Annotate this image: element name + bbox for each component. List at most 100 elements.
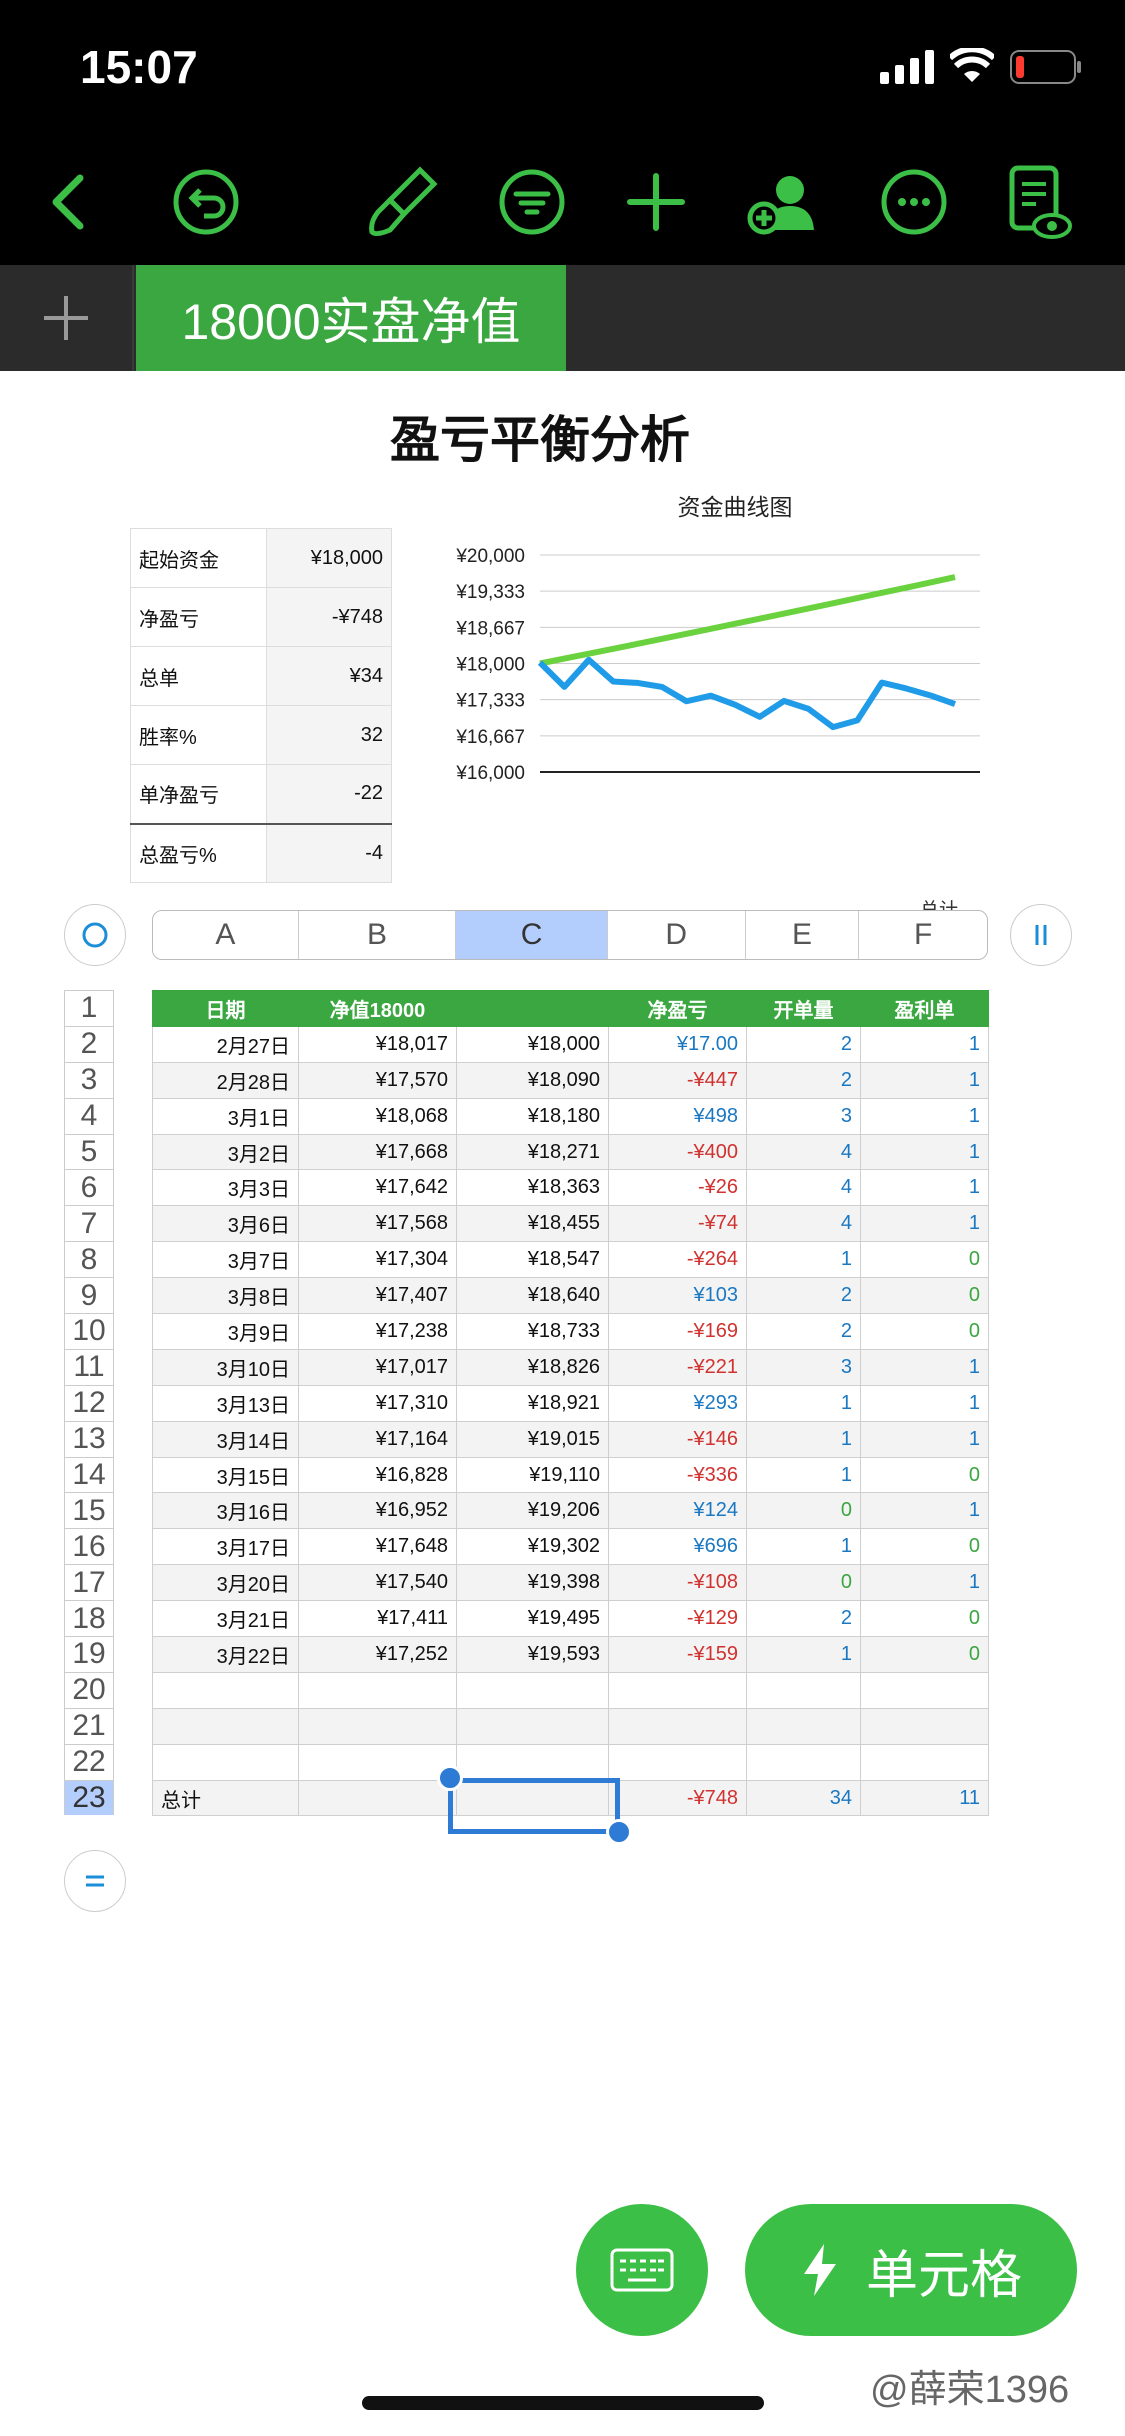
table-cell[interactable]: ¥17,568 — [298, 1205, 457, 1243]
table-cell[interactable]: ¥17,164 — [298, 1420, 457, 1458]
table-cell[interactable] — [456, 1707, 609, 1745]
table-cell[interactable]: ¥17,310 — [298, 1384, 457, 1422]
select-all-button[interactable] — [64, 904, 126, 966]
table-cell[interactable]: 1 — [860, 1133, 989, 1171]
summary-label[interactable]: 起始资金 — [130, 528, 267, 588]
row-number[interactable]: 22 — [64, 1743, 114, 1780]
table-cell[interactable]: 0 — [860, 1600, 989, 1638]
table-cell[interactable] — [456, 1743, 609, 1781]
table-cell[interactable]: ¥17,407 — [298, 1277, 457, 1315]
table-cell[interactable]: ¥124 — [608, 1492, 747, 1530]
table-cell[interactable]: ¥18,017 — [298, 1025, 457, 1063]
summary-value[interactable]: -4 — [265, 822, 393, 883]
table-cell[interactable]: 2月28日 — [152, 1061, 299, 1099]
table-cell[interactable]: -¥264 — [608, 1241, 747, 1279]
table-cell[interactable]: 3月2日 — [152, 1133, 299, 1171]
table-cell[interactable]: 3月8日 — [152, 1277, 299, 1315]
table-cell[interactable]: 3月10日 — [152, 1348, 299, 1386]
table-cell[interactable]: 4 — [746, 1133, 861, 1171]
table-header-cell[interactable]: 净盈亏 — [608, 990, 747, 1027]
paintbrush-icon[interactable] — [360, 160, 444, 244]
table-cell[interactable]: ¥17.00 — [608, 1025, 747, 1063]
table-cell[interactable]: ¥18,921 — [456, 1384, 609, 1422]
table-cell[interactable]: 3月7日 — [152, 1241, 299, 1279]
filter-icon[interactable] — [490, 160, 574, 244]
table-cell[interactable]: 2 — [746, 1313, 861, 1350]
table-cell[interactable] — [860, 1707, 989, 1745]
table-cell[interactable]: 1 — [860, 1420, 989, 1458]
table-cell[interactable]: 3 — [746, 1348, 861, 1386]
table-cell[interactable]: 1 — [860, 1169, 989, 1207]
row-number[interactable]: 5 — [64, 1133, 114, 1170]
table-cell[interactable]: -¥146 — [608, 1420, 747, 1458]
total-cell[interactable]: -¥748 — [608, 1779, 747, 1817]
table-cell[interactable]: 0 — [746, 1564, 861, 1602]
total-cell[interactable]: 34 — [746, 1779, 861, 1817]
row-number[interactable]: 16 — [64, 1528, 114, 1565]
table-cell[interactable]: 1 — [746, 1384, 861, 1422]
table-cell[interactable]: 1 — [860, 1492, 989, 1530]
column-handle-button[interactable] — [1010, 904, 1072, 966]
table-cell[interactable]: 4 — [746, 1169, 861, 1207]
table-cell[interactable]: 0 — [860, 1277, 989, 1315]
table-cell[interactable]: 3月3日 — [152, 1169, 299, 1207]
table-cell[interactable]: ¥696 — [608, 1528, 747, 1566]
table-cell[interactable]: ¥17,411 — [298, 1600, 457, 1638]
table-cell[interactable]: ¥18,547 — [456, 1241, 609, 1279]
table-cell[interactable]: ¥498 — [608, 1097, 747, 1135]
table-cell[interactable]: 0 — [860, 1636, 989, 1673]
table-cell[interactable]: ¥17,570 — [298, 1061, 457, 1099]
column-header-e[interactable]: E — [746, 911, 860, 959]
table-cell[interactable]: 0 — [746, 1492, 861, 1530]
table-cell[interactable]: ¥17,304 — [298, 1241, 457, 1279]
table-cell[interactable]: 1 — [746, 1420, 861, 1458]
equity-curve-chart[interactable]: 资金曲线图 ¥20,000 ¥19,333 ¥18,667 ¥18,000 ¥17,33… — [400, 480, 980, 910]
table-cell[interactable]: 3月13日 — [152, 1384, 299, 1422]
table-cell[interactable]: 1 — [746, 1528, 861, 1566]
table-header-cell[interactable]: 盈利单 — [860, 990, 989, 1027]
row-number[interactable]: 1 — [64, 990, 114, 1026]
table-cell[interactable]: ¥17,017 — [298, 1348, 457, 1386]
summary-label[interactable]: 单净盈亏 — [130, 764, 267, 824]
row-number[interactable]: 20 — [64, 1671, 114, 1708]
table-cell[interactable]: 3月17日 — [152, 1528, 299, 1566]
total-cell[interactable] — [298, 1779, 457, 1817]
selection-handle-bottom-right[interactable] — [606, 1819, 632, 1845]
table-cell[interactable]: 0 — [860, 1241, 989, 1279]
table-cell[interactable]: ¥293 — [608, 1384, 747, 1422]
summary-value[interactable]: ¥34 — [265, 646, 393, 706]
table-cell[interactable]: 3月21日 — [152, 1600, 299, 1638]
row-number[interactable]: 15 — [64, 1492, 114, 1529]
table-cell[interactable]: 2 — [746, 1600, 861, 1638]
total-cell[interactable]: 11 — [860, 1779, 989, 1817]
table-header-cell[interactable]: 开单量 — [746, 990, 861, 1027]
table-cell[interactable] — [152, 1743, 299, 1781]
table-cell[interactable]: ¥17,648 — [298, 1528, 457, 1566]
column-header-c[interactable]: C — [456, 911, 608, 959]
table-cell[interactable]: ¥17,238 — [298, 1313, 457, 1350]
column-header-f[interactable]: F — [859, 911, 987, 959]
table-cell[interactable]: ¥19,110 — [456, 1456, 609, 1494]
table-cell[interactable]: ¥18,733 — [456, 1313, 609, 1350]
row-number[interactable]: 7 — [64, 1205, 114, 1242]
table-cell[interactable]: 2月27日 — [152, 1025, 299, 1063]
row-number[interactable]: 10 — [64, 1313, 114, 1349]
table-cell[interactable]: ¥103 — [608, 1277, 747, 1315]
table-cell[interactable] — [152, 1707, 299, 1745]
cell-format-button[interactable]: 单元格 — [745, 2204, 1077, 2336]
table-cell[interactable]: 1 — [860, 1097, 989, 1135]
table-cell[interactable]: 3月22日 — [152, 1636, 299, 1673]
table-cell[interactable] — [746, 1707, 861, 1745]
add-sheet-button[interactable] — [0, 265, 134, 371]
total-cell[interactable]: 总计 — [152, 1779, 299, 1817]
summary-label[interactable]: 胜率% — [130, 705, 267, 765]
formula-button[interactable] — [64, 1850, 126, 1912]
row-number[interactable]: 6 — [64, 1169, 114, 1206]
table-cell[interactable] — [298, 1671, 457, 1709]
table-cell[interactable] — [298, 1743, 457, 1781]
table-cell[interactable] — [860, 1671, 989, 1709]
table-cell[interactable]: ¥19,302 — [456, 1528, 609, 1566]
table-cell[interactable]: -¥447 — [608, 1061, 747, 1099]
table-cell[interactable]: -¥221 — [608, 1348, 747, 1386]
row-number[interactable]: 8 — [64, 1241, 114, 1278]
